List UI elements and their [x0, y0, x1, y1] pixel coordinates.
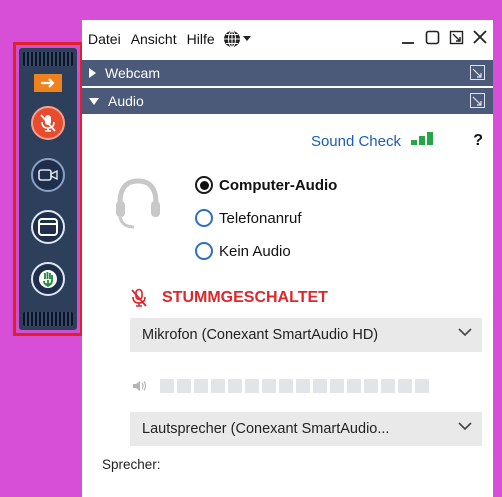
hand-icon — [39, 270, 57, 288]
popout-icon — [449, 30, 463, 44]
caret-down-icon — [89, 97, 99, 105]
help-button[interactable]: ? — [473, 132, 483, 150]
chevron-down-icon — [458, 422, 472, 431]
raise-hand-button[interactable] — [31, 262, 65, 296]
toolbar-highlight-frame — [13, 42, 83, 336]
close-button[interactable] — [471, 28, 489, 46]
camera-icon — [38, 169, 58, 181]
audio-option-none[interactable]: Kein Audio — [195, 242, 291, 260]
mic-off-icon — [40, 114, 56, 132]
chevron-down-icon — [242, 36, 251, 41]
close-icon — [473, 30, 487, 44]
menu-hilfe[interactable]: Hilfe — [187, 31, 215, 47]
caret-right-icon — [89, 68, 96, 78]
mic-off-icon — [131, 288, 147, 307]
toolbar-drag-handle-bottom[interactable] — [23, 312, 73, 326]
signal-strength-icon — [411, 132, 433, 145]
audio-option-label: Computer-Audio — [219, 176, 338, 194]
level-segment — [211, 379, 225, 393]
microphone-select[interactable]: Mikrofon (Conexant SmartAudio HD) — [130, 318, 482, 352]
audio-section-header[interactable]: Audio — [82, 88, 493, 114]
speaker-icon — [133, 381, 147, 391]
arrow-right-icon — [41, 78, 55, 88]
window-controls — [399, 28, 489, 46]
screen-share-button[interactable] — [31, 210, 65, 244]
webcam-section-header[interactable]: Webcam — [82, 60, 493, 86]
audio-option-phone[interactable]: Telefonanruf — [195, 209, 302, 227]
audio-popout-icon[interactable] — [470, 93, 485, 108]
level-segment — [398, 379, 412, 393]
sound-check-link[interactable]: Sound Check — [311, 133, 401, 150]
level-segment — [313, 379, 327, 393]
restore-icon — [425, 30, 439, 44]
level-segment — [381, 379, 395, 393]
level-segment — [279, 379, 293, 393]
popout-button[interactable] — [447, 28, 465, 46]
collapse-toolbar-button[interactable] — [34, 74, 62, 92]
speaker-select-value: Lautsprecher (Conexant SmartAudio... — [142, 421, 390, 437]
video-button[interactable] — [31, 158, 65, 192]
level-segment — [228, 379, 242, 393]
level-segment — [347, 379, 361, 393]
level-segment — [262, 379, 276, 393]
minimize-button[interactable] — [399, 28, 417, 46]
meeting-toolbar — [19, 48, 77, 330]
radio-icon — [195, 209, 213, 227]
audio-panel: Datei Ansicht Hilfe Webcam Audio Sound C… — [82, 20, 493, 497]
toolbar-drag-handle[interactable] — [23, 52, 73, 66]
mute-status: STUMMGESCHALTET — [130, 288, 328, 308]
mute-status-label: STUMMGESCHALTET — [162, 289, 328, 306]
speaker-label: Sprecher: — [102, 457, 161, 472]
radio-icon — [195, 242, 213, 260]
microphone-select-value: Mikrofon (Conexant SmartAudio HD) — [142, 327, 379, 343]
level-segment — [160, 379, 174, 393]
restore-button[interactable] — [423, 28, 441, 46]
level-segment — [415, 379, 429, 393]
level-segment — [330, 379, 344, 393]
webcam-section-label: Webcam — [105, 65, 160, 81]
language-menu[interactable] — [223, 30, 251, 48]
chevron-down-icon — [458, 328, 472, 337]
mute-audio-button[interactable] — [31, 106, 65, 140]
audio-option-label: Kein Audio — [219, 242, 291, 260]
speaker-level-meter — [132, 379, 432, 393]
level-segment — [177, 379, 191, 393]
audio-option-label: Telefonanruf — [219, 209, 302, 227]
level-segment — [194, 379, 208, 393]
level-segment — [296, 379, 310, 393]
window-icon — [38, 218, 58, 236]
menu-ansicht[interactable]: Ansicht — [131, 31, 177, 47]
radio-selected-icon — [195, 176, 213, 194]
menu-bar: Datei Ansicht Hilfe — [82, 20, 493, 58]
webcam-popout-icon[interactable] — [470, 65, 485, 80]
level-segment — [245, 379, 259, 393]
audio-section-label: Audio — [108, 93, 144, 109]
globe-icon — [223, 30, 240, 48]
minimize-icon — [402, 42, 414, 44]
menu-datei[interactable]: Datei — [88, 31, 121, 47]
headset-icon — [116, 178, 160, 229]
audio-option-computer[interactable]: Computer-Audio — [195, 176, 337, 194]
speaker-select[interactable]: Lautsprecher (Conexant SmartAudio... — [130, 412, 482, 446]
level-segment — [364, 379, 378, 393]
